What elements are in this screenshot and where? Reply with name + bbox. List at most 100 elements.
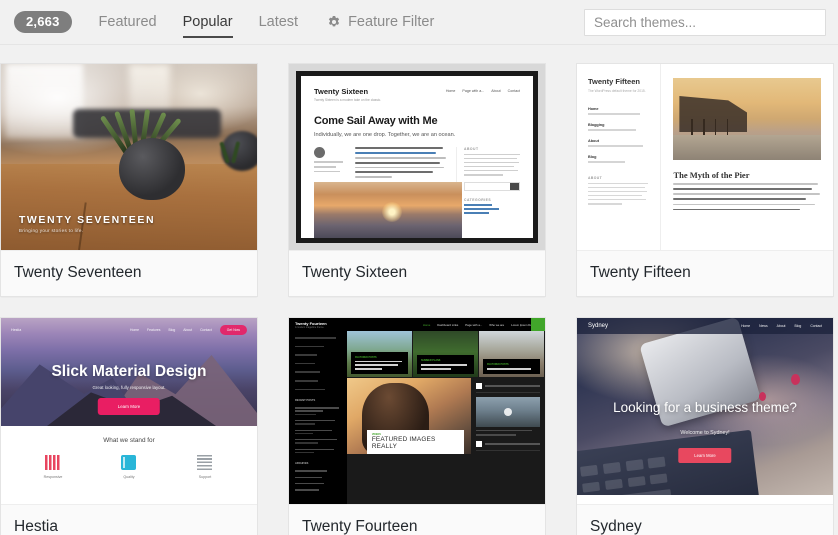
tab-popular[interactable]: Popular: [170, 1, 246, 44]
sun-glow: [382, 202, 403, 223]
article-title: The Myth of the Pier: [673, 170, 750, 180]
hero-title: Slick Material Design: [51, 363, 207, 381]
theme-screenshot[interactable]: Twenty Fourteen A modern magazine theme.…: [289, 318, 545, 504]
twenty-fourteen-preview: Twenty Fourteen A modern magazine theme.…: [289, 318, 545, 504]
archive-item: [295, 470, 341, 472]
theme-card-hestia[interactable]: Hestia Home Features Blog About Contact …: [0, 317, 258, 535]
text-line: [355, 171, 434, 174]
widget-line: [588, 182, 649, 185]
pier-leg: [714, 119, 717, 138]
nav-item-desc: [588, 129, 636, 131]
theme-screenshot[interactable]: TWENTY SEVENTEEN Bringing your stories t…: [1, 64, 257, 250]
theme-screenshot[interactable]: Twenty Sixteen Twenty Sixteen is a moder…: [289, 64, 545, 250]
text-line: [673, 203, 816, 206]
sydney-preview: Sydney Home News About Blog Contact Look…: [577, 318, 833, 504]
sidebar-search[interactable]: [464, 181, 520, 191]
tab-featured[interactable]: Featured: [86, 1, 170, 44]
theme-card-twenty-fourteen[interactable]: Twenty Fourteen A modern magazine theme.…: [288, 317, 546, 535]
theme-card-twenty-sixteen[interactable]: Twenty Sixteen Twenty Sixteen is a moder…: [288, 63, 546, 297]
archive-item: [295, 489, 341, 491]
search-input[interactable]: [584, 8, 826, 36]
video-thumbnail: [476, 397, 540, 427]
site-header: Twenty Sixteen Twenty Sixteen is a moder…: [314, 87, 520, 102]
hero-image: VIDEOS FEATURED IMAGES REALLY: [347, 378, 471, 454]
theme-card-sydney[interactable]: Sydney Home News About Blog Contact Look…: [576, 317, 834, 535]
nav-item: About: [776, 324, 786, 328]
widget-line: [464, 174, 504, 176]
featured-card: SUMMER PLANS: [413, 331, 479, 377]
quality-icon: [121, 455, 137, 470]
site-nav: Home News About Blog Contact: [741, 324, 822, 328]
nav-line: [295, 388, 326, 391]
nav-item: Features: [147, 328, 161, 332]
nav-item: Home: [588, 107, 649, 115]
theme-title: Twenty Sixteen: [289, 250, 545, 296]
post-subtitle: Individually, we are one drop. Together,…: [314, 132, 456, 138]
card-caption: FEATURED POSTS: [351, 351, 408, 374]
card-kicker: FEATURED POSTS: [355, 355, 377, 359]
text-line: [673, 193, 820, 196]
preview-frame: Twenty Sixteen Twenty Sixteen is a moder…: [296, 71, 538, 243]
text-line: [355, 166, 445, 169]
featured-image: [314, 182, 462, 238]
theme-screenshot[interactable]: Sydney Home News About Blog Contact Look…: [577, 318, 833, 504]
hero-section: Hestia Home Features Blog About Contact …: [1, 318, 257, 426]
site-nav: Hestia Home Features Blog About Contact …: [1, 325, 257, 335]
support-icon: [197, 455, 213, 470]
theme-card-twenty-fifteen[interactable]: Twenty Fifteen The WordPress default the…: [576, 63, 834, 297]
nav-item: Blog: [794, 324, 802, 328]
theme-count-badge: 2,663: [14, 11, 72, 33]
widget-line: [464, 165, 515, 168]
sidebar: RECENT POSTS ARCHIVES: [289, 318, 347, 504]
site-branding: Twenty Fourteen A modern magazine theme.: [295, 321, 327, 329]
nav-item: Blog: [588, 155, 649, 163]
nav-item: About: [491, 89, 501, 93]
feature-item: Quality: [91, 455, 166, 479]
text-line: [673, 183, 819, 186]
pier-silhouette: [679, 96, 748, 133]
hero-caption: VIDEOS FEATURED IMAGES REALLY: [366, 430, 464, 454]
card-kicker: FEATURED POSTS: [487, 363, 509, 367]
tab-latest[interactable]: Latest: [246, 1, 312, 44]
responsive-icon: [45, 455, 61, 470]
text-line: [355, 151, 436, 154]
gear-icon: [327, 15, 341, 29]
theme-screenshot[interactable]: Hestia Home Features Blog About Contact …: [1, 318, 257, 504]
theme-screenshot[interactable]: Twenty Fifteen The WordPress default the…: [577, 64, 833, 250]
widget-line: [588, 190, 647, 193]
theme-card-twenty-seventeen[interactable]: TWENTY SEVENTEEN Bringing your stories t…: [0, 63, 258, 297]
widget-line: [464, 157, 517, 160]
meta-line: [314, 165, 337, 168]
theme-title: Twenty Seventeen: [1, 250, 257, 296]
feature-label: Quality: [123, 475, 135, 479]
feature-filter-button[interactable]: Feature Filter: [327, 14, 434, 30]
recent-post: [295, 448, 341, 454]
main-content: The Myth of the Pier: [661, 64, 833, 250]
card-caption: SUMMER PLANS: [417, 355, 474, 374]
nav-item: Dashboard Links: [437, 322, 459, 327]
text-line: [673, 188, 813, 191]
twenty-fifteen-preview: Twenty Fifteen The WordPress default the…: [577, 64, 833, 250]
site-nav: Home Dashboard Links Page with a... Who …: [423, 323, 539, 327]
widget-line: [464, 161, 519, 164]
sidebar: Twenty Fifteen The WordPress default the…: [577, 64, 662, 250]
site-tagline: A modern magazine theme.: [295, 325, 325, 329]
nav-item: Home: [741, 324, 751, 328]
widget-title: RECENT POSTS: [295, 399, 316, 403]
theme-title: Sydney: [577, 504, 833, 535]
site-title: Twenty Fifteen: [588, 77, 640, 86]
avatar: [314, 147, 325, 158]
widget-line: [464, 153, 520, 156]
text-line: [355, 161, 440, 164]
sea: [673, 135, 821, 160]
nav-links: Home Features Blog About Contact Get Now: [130, 325, 247, 335]
hero-cta-button: Learn More: [97, 397, 161, 415]
post-title: Come Sail Away with Me: [314, 115, 438, 127]
main-content: FEATURED POSTS SUMMER PLANS FEATURED POS…: [347, 318, 545, 504]
nav-item-label: Blog: [588, 154, 597, 159]
nav-item-desc: [588, 145, 644, 147]
hero-title: FEATURED IMAGES REALLY: [371, 436, 436, 450]
site-nav: Home Blogging About Blog: [588, 107, 649, 163]
nav-item: Contact: [200, 328, 212, 332]
background-plant-pot: [221, 130, 257, 171]
